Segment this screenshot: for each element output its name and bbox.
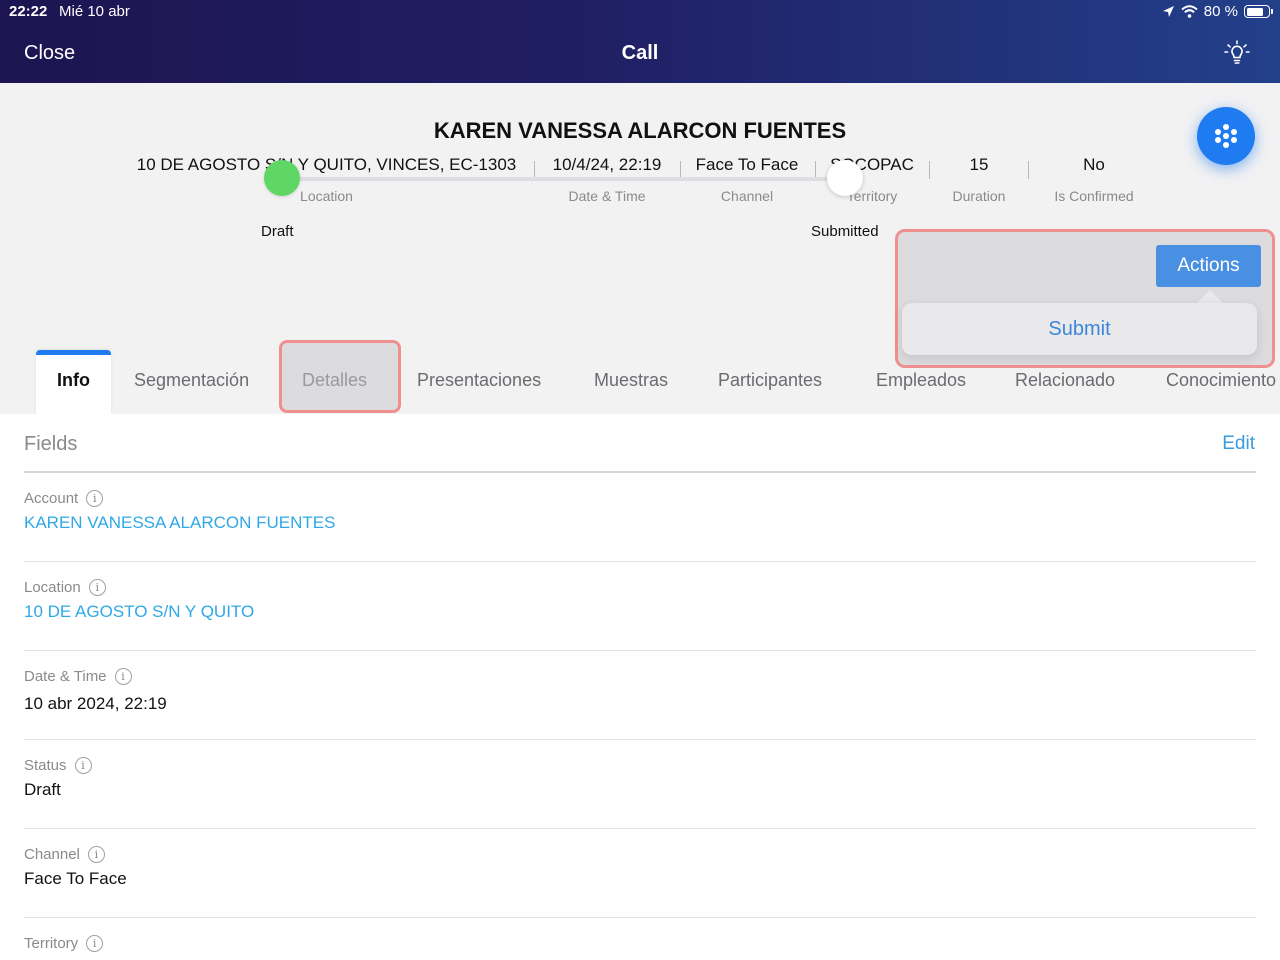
meta-label: Is Confirmed — [1054, 188, 1134, 204]
meta-value: Face To Face — [695, 155, 799, 174]
tab-info[interactable]: Info — [57, 370, 90, 391]
battery-icon — [1244, 5, 1273, 18]
account-link[interactable]: KAREN VANESSA ALARCON FUENTES — [24, 513, 335, 533]
field-value: Face To Face — [24, 869, 127, 888]
wifi-icon — [1181, 5, 1198, 18]
meta-value: 15 — [969, 155, 989, 174]
path-label-submitted: Submitted — [811, 223, 879, 240]
status-path-track — [282, 177, 845, 181]
field-account: Account i KAREN VANESSA ALARCON FUENTES — [24, 473, 1256, 562]
submit-option[interactable]: Submit — [902, 303, 1257, 355]
path-step-draft[interactable] — [264, 160, 300, 196]
field-label: Channel — [24, 846, 80, 863]
field-label: Status — [24, 757, 67, 774]
info-icon[interactable]: i — [86, 490, 104, 507]
info-icon[interactable]: i — [87, 846, 105, 863]
meta-value: No — [1083, 155, 1105, 174]
meta-value: 10/4/24, 22:19 — [552, 155, 662, 174]
record-title: KAREN VANESSA ALARCON FUENTES — [433, 118, 847, 143]
field-label: Location — [24, 579, 81, 596]
page-title: Call — [621, 42, 659, 64]
popover-arrow — [1196, 290, 1224, 304]
tab-participantes[interactable]: Participantes — [718, 370, 822, 391]
tab-presentaciones[interactable]: Presentaciones — [417, 370, 541, 391]
divider — [1028, 161, 1029, 179]
tab-muestras[interactable]: Muestras — [594, 370, 668, 391]
meta-label: Duration — [952, 188, 1006, 204]
meta-duration: 15 Duration — [944, 155, 1014, 204]
info-icon[interactable]: i — [88, 579, 106, 596]
field-label-row: Territory i — [24, 935, 104, 952]
field-label-row: Account i — [24, 490, 104, 507]
quick-actions-button[interactable] — [1197, 107, 1255, 165]
field-channel: Channel i Face To Face — [24, 829, 1256, 918]
tab-relacionado[interactable]: Relacionado — [1015, 370, 1115, 391]
close-button[interactable]: Close — [24, 42, 75, 65]
lightbulb-icon[interactable] — [1222, 38, 1252, 68]
meta-label: Location — [300, 188, 353, 204]
field-value: 10 abr 2024, 22:19 — [24, 694, 167, 713]
field-label-row: Channel i — [24, 846, 105, 863]
edit-button[interactable]: Edit — [1222, 433, 1255, 455]
location-link[interactable]: 10 DE AGOSTO S/N Y QUITO — [24, 602, 254, 622]
field-label: Account — [24, 490, 79, 507]
navigation-bar: 22:22 Mié 10 abr 80 % Close Call — [0, 0, 1280, 83]
field-label-row: Status i — [24, 757, 92, 774]
meta-label: Channel — [720, 188, 774, 204]
field-label-row: Date & Time i — [24, 668, 132, 685]
tab-detalles[interactable]: Detalles — [302, 370, 367, 391]
meta-is-confirmed: No Is Confirmed — [1044, 155, 1144, 204]
dots-grid-icon — [1215, 124, 1237, 148]
field-label: Date & Time — [24, 668, 107, 685]
fields-panel: Fields Edit Account i KAREN VANESSA ALAR… — [0, 414, 1280, 960]
field-location: Location i 10 DE AGOSTO S/N Y QUITO — [24, 562, 1256, 651]
info-icon[interactable]: i — [74, 757, 92, 774]
meta-label: Date & Time — [568, 188, 646, 204]
status-date: Mié 10 abr — [59, 3, 130, 20]
meta-value: 10 DE AGOSTO S/N Y QUITO, VINCES, EC-130… — [136, 155, 517, 174]
tab-empleados[interactable]: Empleados — [876, 370, 966, 391]
info-icon[interactable]: i — [114, 668, 132, 685]
status-indicators: 80 % — [1162, 3, 1273, 20]
actions-button[interactable]: Actions — [1156, 245, 1261, 287]
section-title: Fields — [24, 433, 78, 455]
status-time: 22:22 — [9, 3, 48, 20]
info-icon[interactable]: i — [86, 935, 104, 952]
tab-conocimiento[interactable]: Conocimiento — [1166, 370, 1276, 391]
field-territory: Territory i — [24, 918, 1256, 960]
field-date-time: Date & Time i 10 abr 2024, 22:19 — [24, 651, 1256, 740]
battery-percent: 80 % — [1203, 3, 1238, 20]
location-arrow-icon — [1162, 6, 1174, 17]
tab-segmentacion[interactable]: Segmentación — [134, 370, 249, 391]
field-label: Territory — [24, 935, 79, 952]
field-status: Status i Draft — [24, 740, 1256, 829]
path-step-submitted[interactable] — [827, 160, 863, 196]
path-label-draft: Draft — [261, 223, 294, 240]
divider — [929, 161, 930, 179]
field-label-row: Location i — [24, 579, 106, 596]
field-value: Draft — [24, 780, 61, 799]
